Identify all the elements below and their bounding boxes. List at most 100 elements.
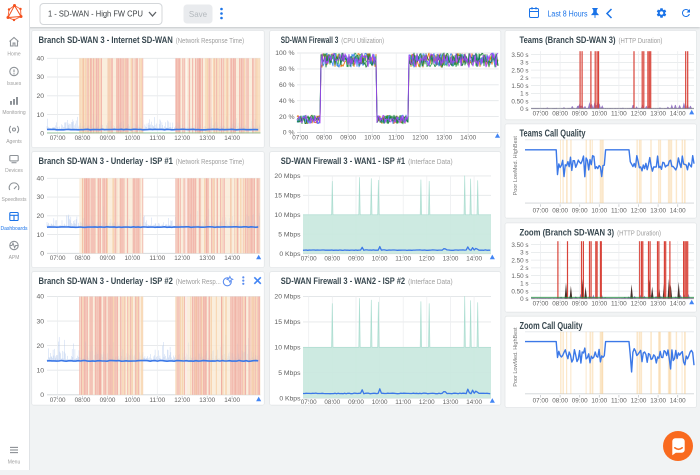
svg-text:09:00: 09:00 <box>100 135 116 142</box>
svg-text:11:00: 11:00 <box>149 135 165 142</box>
svg-text:20: 20 <box>36 213 44 220</box>
svg-text:2.50 s: 2.50 s <box>511 67 528 74</box>
svg-text:13:00: 13:00 <box>650 207 666 214</box>
svg-text:(HTTP Duration): (HTTP Duration) <box>619 36 663 45</box>
svg-text:30: 30 <box>36 74 44 81</box>
svg-text:13:00: 13:00 <box>650 111 666 118</box>
svg-text:Last 8 Hours: Last 8 Hours <box>548 9 588 18</box>
svg-text:12:00: 12:00 <box>631 301 647 308</box>
svg-text:11:00: 11:00 <box>388 135 404 142</box>
svg-text:3 s: 3 s <box>520 60 528 67</box>
svg-text:08:00: 08:00 <box>552 397 568 404</box>
svg-text:10:00: 10:00 <box>364 135 380 142</box>
svg-text:07:00: 07:00 <box>301 399 317 406</box>
svg-text:2.50 s: 2.50 s <box>511 257 528 264</box>
svg-text:07:00: 07:00 <box>533 207 549 214</box>
svg-text:15 Mbps: 15 Mbps <box>274 319 301 326</box>
svg-text:14:00: 14:00 <box>670 207 686 214</box>
svg-text:SD-WAN Firewall 3 - WAN2 - ISP: SD-WAN Firewall 3 - WAN2 - ISP #2 <box>281 276 405 287</box>
svg-text:13:00: 13:00 <box>199 397 215 404</box>
svg-text:0 s: 0 s <box>520 106 528 113</box>
svg-text:0.50 s: 0.50 s <box>511 98 528 105</box>
svg-text:07:00: 07:00 <box>292 135 308 142</box>
svg-text:0 s: 0 s <box>520 296 528 303</box>
svg-text:12:00: 12:00 <box>631 111 647 118</box>
svg-text:Poor LowMed. HighBest: Poor LowMed. HighBest <box>513 327 519 387</box>
svg-text:15 Mbps: 15 Mbps <box>274 193 301 200</box>
svg-text:Zoom Call Quality: Zoom Call Quality <box>520 321 583 332</box>
svg-text:12:00: 12:00 <box>174 135 190 142</box>
svg-text:13:00: 13:00 <box>650 397 666 404</box>
svg-text:14:00: 14:00 <box>670 397 686 404</box>
svg-text:2 s: 2 s <box>520 75 528 82</box>
svg-text:11:00: 11:00 <box>611 301 627 308</box>
svg-text:10 Mbps: 10 Mbps <box>274 345 301 352</box>
svg-text:12:00: 12:00 <box>412 135 428 142</box>
svg-text:14:00: 14:00 <box>224 397 240 404</box>
svg-text:Agents: Agents <box>6 139 22 145</box>
svg-text:(Network Response Time): (Network Response Time) <box>176 157 245 166</box>
svg-text:Branch SD-WAN 3 - Underlay - I: Branch SD-WAN 3 - Underlay - ISP #2 <box>39 276 173 287</box>
svg-text:Home: Home <box>7 52 21 58</box>
svg-text:Devices: Devices <box>5 168 23 174</box>
svg-text:Menu: Menu <box>8 460 21 466</box>
svg-text:11:00: 11:00 <box>611 111 627 118</box>
svg-text:08:00: 08:00 <box>324 255 340 262</box>
svg-text:10:00: 10:00 <box>591 111 607 118</box>
svg-text:14:00: 14:00 <box>224 135 240 142</box>
svg-text:11:00: 11:00 <box>149 397 165 404</box>
svg-text:1 s: 1 s <box>520 281 528 288</box>
svg-text:14:00: 14:00 <box>460 135 476 142</box>
svg-text:12:00: 12:00 <box>174 255 190 262</box>
svg-text:07:00: 07:00 <box>50 135 66 142</box>
svg-text:30: 30 <box>36 194 44 201</box>
svg-text:12:00: 12:00 <box>631 207 647 214</box>
svg-text:07:00: 07:00 <box>533 397 549 404</box>
svg-text:13:00: 13:00 <box>199 135 215 142</box>
svg-text:11:00: 11:00 <box>611 207 627 214</box>
svg-text:11:00: 11:00 <box>611 397 627 404</box>
svg-text:Dashboards: Dashboards <box>1 226 28 232</box>
svg-text:80 %: 80 % <box>279 66 295 73</box>
svg-text:09:00: 09:00 <box>340 135 356 142</box>
svg-text:11:00: 11:00 <box>395 399 411 406</box>
svg-text:Zoom (Branch SD-WAN 3): Zoom (Branch SD-WAN 3) <box>520 228 615 239</box>
svg-text:0 Kbps: 0 Kbps <box>279 251 301 258</box>
svg-text:0: 0 <box>40 251 44 258</box>
svg-text:20 %: 20 % <box>279 114 295 121</box>
svg-text:11:00: 11:00 <box>149 255 165 262</box>
svg-text:09:00: 09:00 <box>100 255 116 262</box>
svg-text:10:00: 10:00 <box>125 397 141 404</box>
svg-text:08:00: 08:00 <box>552 207 568 214</box>
svg-text:14:00: 14:00 <box>224 255 240 262</box>
svg-text:(Interface Data): (Interface Data) <box>408 157 453 166</box>
svg-text:09:00: 09:00 <box>572 207 588 214</box>
svg-text:10: 10 <box>36 112 44 119</box>
svg-text:Branch SD-WAN 3 - Underlay - I: Branch SD-WAN 3 - Underlay - ISP #1 <box>39 156 174 167</box>
svg-text:10:00: 10:00 <box>591 397 607 404</box>
svg-text:3.50 s: 3.50 s <box>511 52 528 59</box>
svg-text:13:00: 13:00 <box>443 255 459 262</box>
svg-text:10:00: 10:00 <box>125 255 141 262</box>
svg-text:20 Mbps: 20 Mbps <box>274 173 301 180</box>
svg-text:APM: APM <box>9 255 20 261</box>
svg-text:Poor LowMed. HighBest: Poor LowMed. HighBest <box>513 136 519 196</box>
svg-text:0: 0 <box>40 392 44 399</box>
svg-text:SD-WAN Firewall 3: SD-WAN Firewall 3 <box>281 35 339 46</box>
svg-text:0 Kbps: 0 Kbps <box>279 395 301 402</box>
svg-text:100 %: 100 % <box>275 50 294 57</box>
svg-text:07:00: 07:00 <box>301 255 317 262</box>
svg-text:(Network Resp...: (Network Resp... <box>176 277 221 286</box>
svg-text:12:00: 12:00 <box>419 399 435 406</box>
svg-text:SD-WAN Firewall 3 - WAN1 - ISP: SD-WAN Firewall 3 - WAN1 - ISP #1 <box>281 156 406 167</box>
svg-text:(CPU Utilization): (CPU Utilization) <box>341 36 384 45</box>
svg-text:07:00: 07:00 <box>533 301 549 308</box>
svg-text:11:00: 11:00 <box>395 255 411 262</box>
svg-text:14:00: 14:00 <box>670 301 686 308</box>
svg-text:1.50 s: 1.50 s <box>511 83 528 90</box>
svg-text:12:00: 12:00 <box>419 255 435 262</box>
svg-text:10:00: 10:00 <box>125 135 141 142</box>
svg-text:(Interface Data): (Interface Data) <box>408 277 453 286</box>
svg-text:07:00: 07:00 <box>50 397 66 404</box>
svg-text:13:00: 13:00 <box>443 399 459 406</box>
